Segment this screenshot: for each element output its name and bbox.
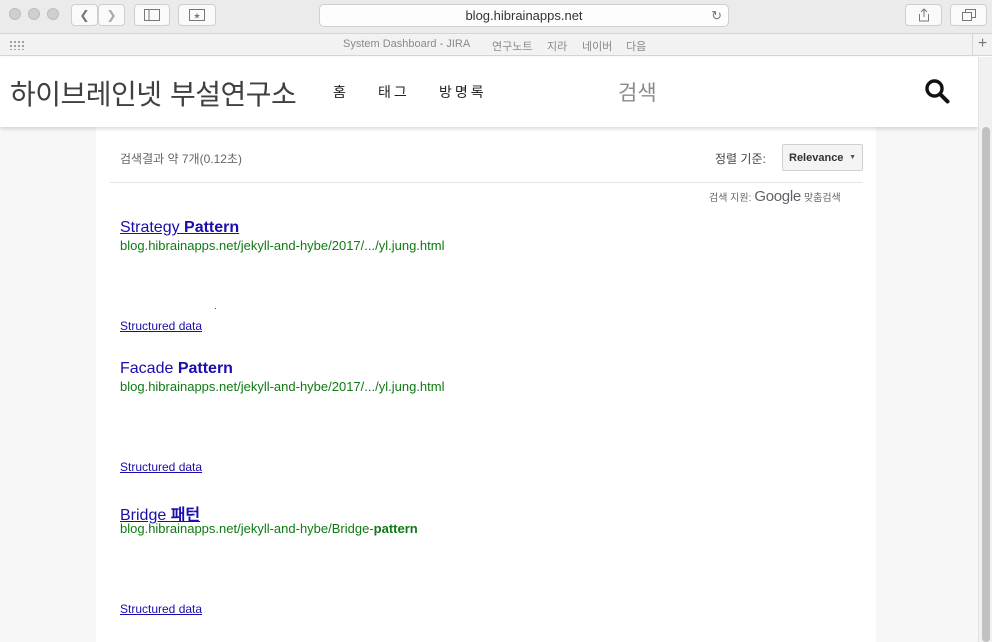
search-icon[interactable]: [924, 78, 950, 104]
structured-data-link[interactable]: Structured data: [120, 460, 202, 474]
share-button[interactable]: [905, 4, 942, 26]
results-divider: [110, 182, 863, 183]
result-title-text: Strategy: [120, 219, 185, 236]
result-url-text: blog.hibrainapps.net/jekyll-and-hybe/Bri…: [120, 521, 374, 536]
forward-button[interactable]: ❯: [98, 4, 125, 26]
grid-icon[interactable]: [9, 40, 25, 50]
nav-home[interactable]: 홈: [333, 82, 349, 102]
result-title-bold: Pattern: [177, 360, 233, 377]
sidebar-icon: [144, 9, 160, 21]
sort-value: Relevance: [789, 151, 844, 164]
site-title[interactable]: 하이브레인넷 부설연구소: [10, 73, 297, 113]
favorite-jira[interactable]: System Dashboard - JIRA: [343, 38, 470, 50]
back-button[interactable]: ❮: [71, 4, 98, 26]
favorite-daum[interactable]: 다음: [626, 38, 646, 54]
url-text: blog.hibrainapps.net: [465, 8, 583, 23]
result-title-strategy[interactable]: Strategy Pattern: [120, 219, 239, 237]
chevron-right-icon: ❯: [106, 8, 117, 22]
reload-icon[interactable]: ↻: [711, 8, 722, 24]
tabs-icon: [961, 9, 976, 21]
chevron-left-icon: ❮: [79, 8, 90, 22]
share-icon: [918, 8, 929, 22]
result-url: blog.hibrainapps.net/jekyll-and-hybe/201…: [120, 238, 444, 253]
search-heading: 검색: [618, 81, 657, 105]
result-url: blog.hibrainapps.net/jekyll-and-hybe/201…: [120, 379, 444, 394]
chevron-down-icon: ▼: [849, 154, 856, 161]
add-favorite-button[interactable]: +: [972, 34, 992, 56]
sort-select[interactable]: Relevance ▼: [782, 144, 863, 171]
bookmarks-button[interactable]: ★: [178, 4, 216, 26]
scrollbar-thumb[interactable]: [982, 127, 990, 642]
sort-label: 정렬 기준:: [715, 152, 766, 166]
google-logo: Google: [754, 188, 801, 205]
result-title-text: Facade: [120, 360, 178, 377]
powered-by-google[interactable]: 검색 지원: Google 맞춤검색: [709, 188, 841, 205]
result-title-bold: Pattern: [184, 219, 240, 236]
custom-search-label: 맞춤검색: [803, 193, 841, 204]
favorites-bar: System Dashboard - JIRA 연구노트 지라 네이버 다음 +: [0, 34, 992, 56]
browser-toolbar: ❮ ❯ ★ blog.hibrainapps.net ↻: [0, 0, 992, 34]
page-scrollbar[interactable]: [978, 57, 992, 642]
favorite-research-note[interactable]: 연구노트: [492, 38, 532, 54]
result-url-text: blog.hibrainapps.net/jekyll-and-hybe/201…: [120, 238, 445, 253]
structured-data-link[interactable]: Structured data: [120, 319, 202, 333]
result-url-bold: pattern: [373, 521, 418, 536]
result-url-text: blog.hibrainapps.net/jekyll-and-hybe/201…: [120, 379, 445, 394]
svg-text:★: ★: [193, 12, 200, 21]
star-icon: ★: [189, 9, 205, 21]
favorite-jira-kr[interactable]: 지라: [547, 38, 567, 54]
nav-guestbook[interactable]: 방명록: [439, 82, 487, 102]
nav-tags[interactable]: 태그: [378, 82, 410, 102]
address-bar[interactable]: blog.hibrainapps.net ↻: [319, 4, 729, 27]
result-url: blog.hibrainapps.net/jekyll-and-hybe/Bri…: [120, 521, 418, 536]
close-window-button[interactable]: [9, 8, 21, 20]
snippet-fragment: ·: [214, 303, 217, 313]
result-title-facade[interactable]: Facade Pattern: [120, 360, 233, 378]
minimize-window-button[interactable]: [28, 8, 40, 20]
zoom-window-button[interactable]: [47, 8, 59, 20]
favorite-naver[interactable]: 네이버: [582, 38, 612, 54]
structured-data-link[interactable]: Structured data: [120, 602, 202, 616]
sidebar-button[interactable]: [134, 4, 170, 26]
result-count: 검색결과 약 7개(0.12초): [120, 152, 242, 166]
tabs-button[interactable]: [950, 4, 987, 26]
powered-prefix: 검색 지원:: [709, 193, 752, 204]
site-header: 하이브레인넷 부설연구소 홈 태그 방명록 검색: [0, 57, 978, 127]
